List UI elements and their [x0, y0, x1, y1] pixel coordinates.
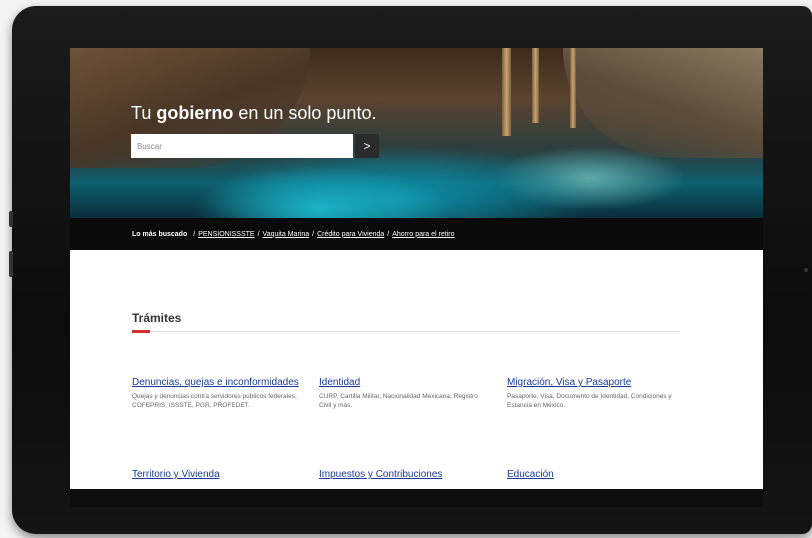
- tramite-card-identidad: Identidad CURP, Cartilla Militar, Nacion…: [319, 377, 489, 410]
- tablet-side-button: [9, 211, 13, 227]
- hero-image-roots: [570, 48, 576, 128]
- tramite-link-migracion[interactable]: Migración, Visa y Pasaporte: [507, 377, 677, 388]
- separator: /: [257, 230, 260, 238]
- quicklink-pensionissste[interactable]: PENSIONISSSTE: [198, 231, 254, 238]
- separator: /: [312, 230, 315, 238]
- tablet-volume-button: [9, 251, 13, 277]
- tramite-card-migracion: Migración, Visa y Pasaporte Pasaporte, V…: [507, 377, 677, 410]
- separator: /: [193, 230, 196, 238]
- tramite-card-territorio: Territorio y Vivienda: [132, 469, 302, 480]
- tablet-bottom-bezel: [70, 489, 763, 507]
- quicklink-ahorro-retiro[interactable]: Ahorro para el retiro: [392, 231, 454, 238]
- tramite-link-identidad[interactable]: Identidad: [319, 377, 489, 388]
- tramite-description: Quejas y denuncias contra servidores púb…: [132, 393, 297, 409]
- hero-image-roots: [532, 48, 539, 123]
- hero-image-rock-right: [563, 48, 763, 158]
- section-divider: [132, 331, 680, 332]
- chevron-right-icon: >: [363, 139, 371, 153]
- most-searched-bar: Lo más buscado / PENSIONISSSTE / Vaquita…: [70, 218, 763, 250]
- tramite-link-impuestos[interactable]: Impuestos y Contribuciones: [319, 469, 489, 480]
- search-input[interactable]: [131, 134, 353, 158]
- tramite-link-territorio[interactable]: Territorio y Vivienda: [132, 469, 302, 480]
- tramite-card-denuncias: Denuncias, quejas e inconformidades Quej…: [132, 377, 302, 410]
- camera-icon: [804, 268, 808, 272]
- tramite-description: Pasaporte, Visa, Documento de Identidad,…: [507, 393, 672, 409]
- most-searched-label: Lo más buscado: [132, 230, 188, 238]
- section-accent-bar: [132, 330, 150, 333]
- search-button[interactable]: >: [355, 134, 379, 158]
- tramite-link-educacion[interactable]: Educación: [507, 469, 677, 480]
- quicklink-credito-vivienda[interactable]: Crédito para Vivienda: [317, 231, 384, 238]
- browser-screen: Tu gobierno en un solo punto. > Lo más b…: [70, 48, 763, 489]
- tramite-description: CURP, Cartilla Militar, Nacionalidad Mex…: [319, 393, 478, 409]
- separator: /: [387, 230, 390, 238]
- hero-banner: Tu gobierno en un solo punto. >: [70, 48, 763, 218]
- tramite-card-educacion: Educación: [507, 469, 677, 480]
- hero-image-roots: [502, 48, 511, 136]
- tramite-card-impuestos: Impuestos y Contribuciones: [319, 469, 489, 480]
- hero-title: Tu gobierno en un solo punto.: [131, 103, 377, 123]
- tramite-link-denuncias[interactable]: Denuncias, quejas e inconformidades: [132, 377, 302, 388]
- quicklink-vaquita-marina[interactable]: Vaquita Marina: [263, 231, 310, 238]
- section-title: Trámites: [132, 311, 182, 325]
